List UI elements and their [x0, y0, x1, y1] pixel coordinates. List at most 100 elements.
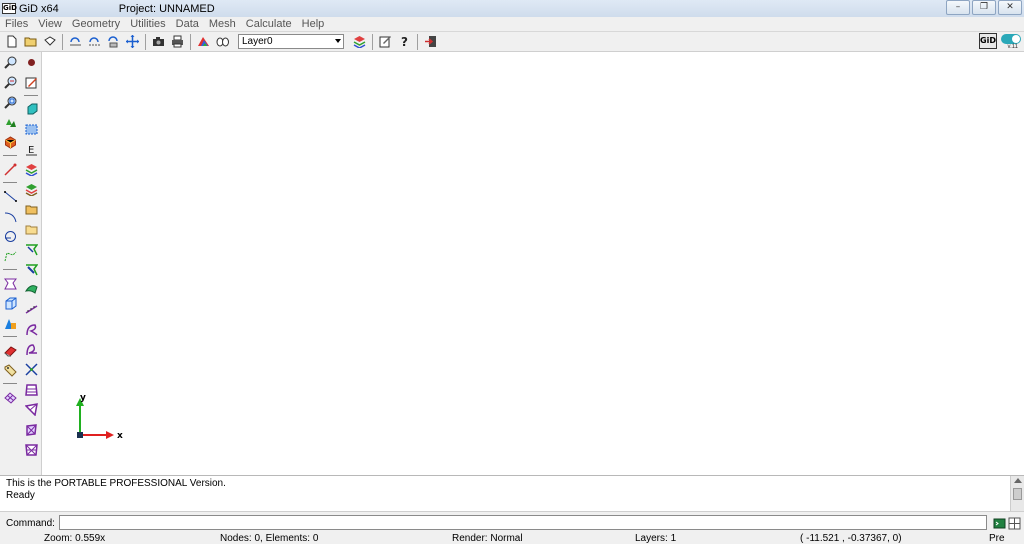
new-button[interactable] — [2, 33, 21, 51]
copy-cube-icon — [27, 103, 37, 114]
zoom-in-button[interactable] — [0, 52, 20, 72]
zoom-frame-button[interactable] — [0, 92, 20, 112]
list-entities-button[interactable] — [0, 360, 20, 380]
groups-button[interactable] — [21, 179, 41, 199]
delete-button[interactable] — [0, 340, 20, 360]
material-arrow-icon — [25, 263, 38, 275]
structured-mesh-button[interactable] — [21, 299, 41, 319]
mesh-volume-button[interactable] — [21, 419, 41, 439]
menu-files[interactable]: Files — [0, 17, 33, 32]
message-area: This is the PORTABLE PROFESSIONAL Versio… — [0, 475, 1024, 512]
menu-view[interactable]: View — [33, 17, 67, 32]
toolbar-separator — [3, 182, 17, 183]
open-button[interactable] — [21, 33, 40, 51]
menu-bar: Files View Geometry Utilities Data Mesh … — [0, 17, 1024, 32]
minimize-button[interactable]: – — [946, 0, 970, 15]
assign-conditions-button[interactable] — [21, 239, 41, 259]
view-button[interactable] — [213, 33, 232, 51]
gid-badge-icon[interactable]: GiD — [979, 33, 997, 49]
theme-toggle[interactable] — [1001, 34, 1021, 44]
scroll-thumb[interactable] — [1013, 488, 1022, 500]
console-icon[interactable] — [993, 517, 1006, 530]
mesh-surface-icon — [3, 391, 17, 404]
print-button[interactable] — [168, 33, 187, 51]
layers-panel-button[interactable] — [21, 159, 41, 179]
cross-nodes-icon — [24, 362, 38, 376]
rotate-icon — [70, 37, 81, 46]
project-title: Project: UNNAMED — [118, 2, 215, 15]
mesh-tri-button[interactable] — [21, 399, 41, 419]
render-solid-button[interactable] — [0, 132, 20, 152]
message-scrollbar[interactable] — [1010, 476, 1024, 512]
pan-button[interactable] — [123, 33, 142, 51]
graphics-canvas[interactable]: y x — [42, 52, 1024, 475]
menu-utilities[interactable]: Utilities — [125, 17, 170, 32]
mesh-surface-button[interactable] — [0, 387, 20, 407]
toolbar-separator — [3, 336, 17, 337]
scroll-up-icon[interactable] — [1014, 478, 1022, 483]
expand-grid-icon[interactable] — [1008, 517, 1021, 530]
zoom-frame-icon — [3, 96, 16, 109]
render-button[interactable] — [194, 33, 213, 51]
surface-mesh-button[interactable] — [21, 279, 41, 299]
point-arrow-icon — [3, 163, 16, 176]
edit-entity-button[interactable] — [21, 72, 41, 92]
help-button[interactable]: ? — [395, 33, 414, 51]
create-circle-button[interactable] — [0, 226, 20, 246]
mesh-element-button[interactable] — [21, 439, 41, 459]
create-line-button[interactable] — [0, 186, 20, 206]
redraw-button[interactable] — [0, 112, 20, 132]
select-window-button[interactable] — [21, 119, 41, 139]
mesh-quad-button[interactable] — [21, 379, 41, 399]
folder-icon — [25, 205, 37, 214]
snapshot-button[interactable] — [149, 33, 168, 51]
menu-data[interactable]: Data — [171, 17, 204, 32]
command-bar: Command: — [0, 511, 1024, 533]
mesh-nodes-button[interactable] — [21, 359, 41, 379]
mesh-curve-button[interactable] — [21, 319, 41, 339]
rotate-button[interactable] — [66, 33, 85, 51]
create-point-button[interactable] — [0, 159, 20, 179]
rainbow-render-icon — [198, 37, 209, 46]
point-button[interactable] — [21, 52, 41, 72]
layer-select[interactable]: Layer0 — [238, 34, 344, 49]
create-polyline-button[interactable] — [0, 246, 20, 266]
exit-button[interactable] — [421, 33, 440, 51]
structured-line-icon — [25, 304, 37, 314]
menu-mesh[interactable]: Mesh — [204, 17, 241, 32]
create-surface-button[interactable] — [0, 273, 20, 293]
edit-button[interactable] — [376, 33, 395, 51]
rotate-center-button[interactable] — [104, 33, 123, 51]
assign-materials-button[interactable] — [21, 259, 41, 279]
dimensions-button[interactable]: E — [21, 139, 41, 159]
mesh-spline-button[interactable] — [21, 339, 41, 359]
layer-select-value: Layer0 — [242, 36, 273, 47]
save-button[interactable] — [40, 33, 59, 51]
menu-help[interactable]: Help — [297, 17, 330, 32]
copy-button[interactable] — [21, 99, 41, 119]
status-bar: Zoom: 0.559x Nodes: 0, Elements: 0 Rende… — [0, 533, 1024, 544]
main-toolbar: Layer0 ? GiD v.11 — [0, 32, 1024, 52]
rotate-screen-button[interactable] — [85, 33, 104, 51]
solid-cube-icon — [4, 135, 16, 149]
app-title: GiD x64 — [19, 2, 59, 15]
svg-text:E: E — [28, 145, 34, 156]
point-icon — [27, 58, 35, 66]
polyline-icon — [4, 251, 16, 261]
open-folder-button[interactable] — [21, 219, 41, 239]
pan-arrows-icon — [126, 35, 139, 48]
layers-icon — [25, 163, 37, 176]
menu-geometry[interactable]: Geometry — [67, 17, 125, 32]
restore-button[interactable]: ❐ — [972, 0, 996, 15]
close-button[interactable]: ✕ — [998, 0, 1022, 15]
create-volume-button[interactable] — [0, 293, 20, 313]
layers-button[interactable] — [350, 33, 369, 51]
left-toolbars: E — [0, 52, 42, 475]
status-layers: Layers: 1 — [635, 533, 677, 544]
menu-calculate[interactable]: Calculate — [241, 17, 297, 32]
create-arc-button[interactable] — [0, 206, 20, 226]
create-object-button[interactable] — [0, 313, 20, 333]
folder-button[interactable] — [21, 199, 41, 219]
zoom-out-button[interactable] — [0, 72, 20, 92]
command-input[interactable] — [59, 515, 987, 530]
